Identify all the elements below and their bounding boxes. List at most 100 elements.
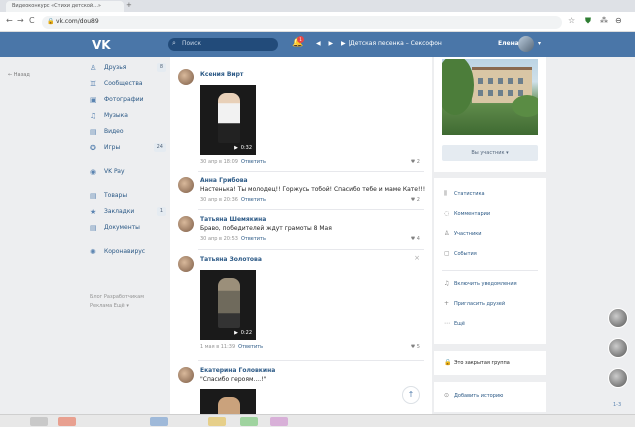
reply-link[interactable]: Ответить: [238, 344, 263, 350]
video-duration: 0:32: [240, 145, 252, 151]
add-story-button[interactable]: ⊙ Добавить историю: [444, 392, 503, 399]
reload-icon[interactable]: C: [29, 16, 35, 25]
puzzle-extension-icon[interactable]: ⁂: [600, 16, 608, 25]
reply-link[interactable]: Ответить: [241, 236, 266, 242]
avatar[interactable]: [178, 216, 194, 232]
sidebar-count-badge: 1: [156, 207, 166, 216]
comment-text: "Спасибо героям....!": [200, 376, 267, 383]
url-input[interactable]: 🔒 vk.com/dou89: [42, 16, 562, 29]
menu-item-comments[interactable]: ◌ Комментарии: [444, 210, 490, 217]
sidebar-item[interactable]: ✪ Игры 24: [88, 140, 166, 156]
tree-shape: [442, 59, 474, 115]
menu-label: Участники: [454, 231, 482, 237]
close-icon[interactable]: ×: [414, 254, 420, 262]
footer-line-1[interactable]: Блог Разработчикам: [90, 293, 170, 302]
sidebar-icon: ♫: [90, 112, 97, 120]
comment-text: Настенька! Ты молодец!! Горжусь тобой! С…: [200, 186, 426, 193]
comment-date: 30 апр в 18:09: [200, 159, 238, 165]
player-controls[interactable]: ◀ ▶ ▶|: [316, 40, 354, 47]
sidebar-item[interactable]: ▣ Фотографии: [88, 92, 166, 108]
taskbar-app-icon[interactable]: [240, 417, 258, 426]
footer-line-2[interactable]: Реклама Ещё ▾: [90, 302, 170, 311]
bookmark-star-icon[interactable]: ☆: [568, 16, 575, 25]
like-button[interactable]: ♥ 2: [411, 197, 420, 203]
address-bar-row: ← → C 🔒 vk.com/dou89 ☆ ⛊ ⁂ ⊖: [0, 12, 635, 32]
comment-author[interactable]: Татьяна Золотова: [200, 256, 262, 263]
group-actions-menu: ⫼ Статистика ◌ Комментарии ♙ Участники ▢ Соб…: [434, 178, 546, 344]
os-taskbar: [0, 414, 635, 427]
member-status-button[interactable]: Вы участник ▾: [442, 145, 538, 161]
reply-link[interactable]: Ответить: [241, 197, 266, 203]
sidebar-icon: ▤: [90, 128, 97, 136]
taskbar-app-icon[interactable]: [150, 417, 168, 426]
avatar[interactable]: [178, 367, 194, 383]
user-name[interactable]: Елена: [498, 40, 519, 47]
browser-tab[interactable]: Видеоконкурс «Стихи детской...»: [6, 1, 124, 12]
sidebar-item-label: Документы: [104, 224, 140, 231]
taskbar-app-icon[interactable]: [58, 417, 76, 426]
avatar[interactable]: [178, 256, 194, 272]
sidebar-item[interactable]: ▤ Видео: [88, 124, 166, 140]
like-button[interactable]: ♥ 4: [411, 236, 420, 242]
sidebar-item-label: Друзья: [104, 64, 127, 71]
sidebar-item[interactable]: ♫ Музыка: [88, 108, 166, 124]
chevron-down-icon[interactable]: ▾: [538, 40, 541, 47]
sidebar-item[interactable]: ▤ Документы: [88, 220, 166, 236]
scroll-up-button[interactable]: ↑: [402, 386, 420, 404]
like-button[interactable]: ♥ 5: [411, 344, 420, 350]
bell-icon[interactable]: 🔔 1: [292, 36, 304, 48]
sidebar-item-label: Сообщества: [104, 80, 143, 87]
avatar[interactable]: [608, 338, 628, 358]
sidebar-item[interactable]: ♙ Друзья 8: [88, 60, 166, 76]
menu-item-invite[interactable]: + Пригласить друзей: [444, 300, 505, 307]
forward-arrow-icon[interactable]: →: [17, 16, 24, 25]
comment-author[interactable]: Анна Грибова: [200, 177, 248, 184]
avatar[interactable]: [178, 69, 194, 85]
comment-meta: 1 мая в 11:39 Ответить: [200, 344, 263, 350]
vk-logo[interactable]: VK: [92, 38, 111, 52]
comment-author[interactable]: Ксения Вирт: [200, 71, 243, 78]
reply-link[interactable]: Ответить: [241, 159, 266, 165]
back-arrow-icon[interactable]: ←: [6, 16, 13, 25]
sidebar-item-label: Видео: [104, 128, 124, 135]
taskbar-app-icon[interactable]: [270, 417, 288, 426]
group-photo[interactable]: [442, 59, 538, 135]
new-tab-button[interactable]: +: [126, 1, 132, 9]
left-sidebar: ♙ Друзья 8 ♊ Сообщества ▣ Фотографии ♫ Музыка ▤ Ви…: [88, 60, 166, 260]
user-icon: ♙: [444, 230, 450, 237]
search-placeholder: Поиск: [182, 40, 202, 47]
sidebar-item[interactable]: ★ Закладки 1: [88, 204, 166, 220]
taskbar-app-icon[interactable]: [30, 417, 48, 426]
shield-extension-icon[interactable]: ⛊: [585, 16, 591, 26]
video-thumbnail[interactable]: ▶ 0:32: [200, 85, 256, 155]
add-user-icon: +: [444, 300, 450, 307]
menu-item-statistics[interactable]: ⫼ Статистика: [444, 190, 485, 198]
sidebar-item-label: Фотографии: [104, 96, 144, 103]
menu-item-events[interactable]: ▢ События: [444, 250, 477, 257]
chat-count[interactable]: 1-3: [613, 402, 621, 408]
menu-item-more[interactable]: ⋯ Ещё: [444, 320, 465, 327]
comment-author[interactable]: Екатерина Головкина: [200, 367, 275, 374]
comment-date: 30 апр в 20:53: [200, 236, 238, 242]
comment-meta: 30 апр в 20:53 Ответить: [200, 236, 266, 242]
sidebar-item[interactable]: ✺ Коронавирус: [88, 244, 166, 260]
comment-author[interactable]: Татьяна Шемякина: [200, 216, 266, 223]
current-track[interactable]: Детская песенка – Сексофон: [350, 40, 442, 47]
comments-feed: Ксения Вирт ▶ 0:32 30 апр в 18:09 Ответит…: [170, 57, 432, 427]
sidebar-item[interactable]: ◉ VK Pay: [88, 164, 166, 180]
profile-icon[interactable]: ⊖: [615, 16, 622, 25]
video-thumbnail[interactable]: ▶ 0:22: [200, 270, 256, 340]
sidebar-item[interactable]: ♊ Сообщества: [88, 76, 166, 92]
menu-item-members[interactable]: ♙ Участники: [444, 230, 482, 237]
avatar[interactable]: [518, 36, 534, 52]
avatar[interactable]: [178, 177, 194, 193]
menu-item-notifications[interactable]: ♫ Включить уведомления: [444, 280, 517, 287]
like-button[interactable]: ♥ 2: [411, 159, 420, 165]
sidebar-item[interactable]: ▤ Товары: [88, 188, 166, 204]
taskbar-app-icon[interactable]: [208, 417, 226, 426]
back-link[interactable]: ← Назад: [8, 72, 30, 78]
avatar[interactable]: [608, 308, 628, 328]
avatar[interactable]: [608, 368, 628, 388]
search-input[interactable]: ⌕ Поиск: [168, 38, 278, 51]
footer-links: Блог Разработчикам Реклама Ещё ▾: [90, 293, 170, 311]
